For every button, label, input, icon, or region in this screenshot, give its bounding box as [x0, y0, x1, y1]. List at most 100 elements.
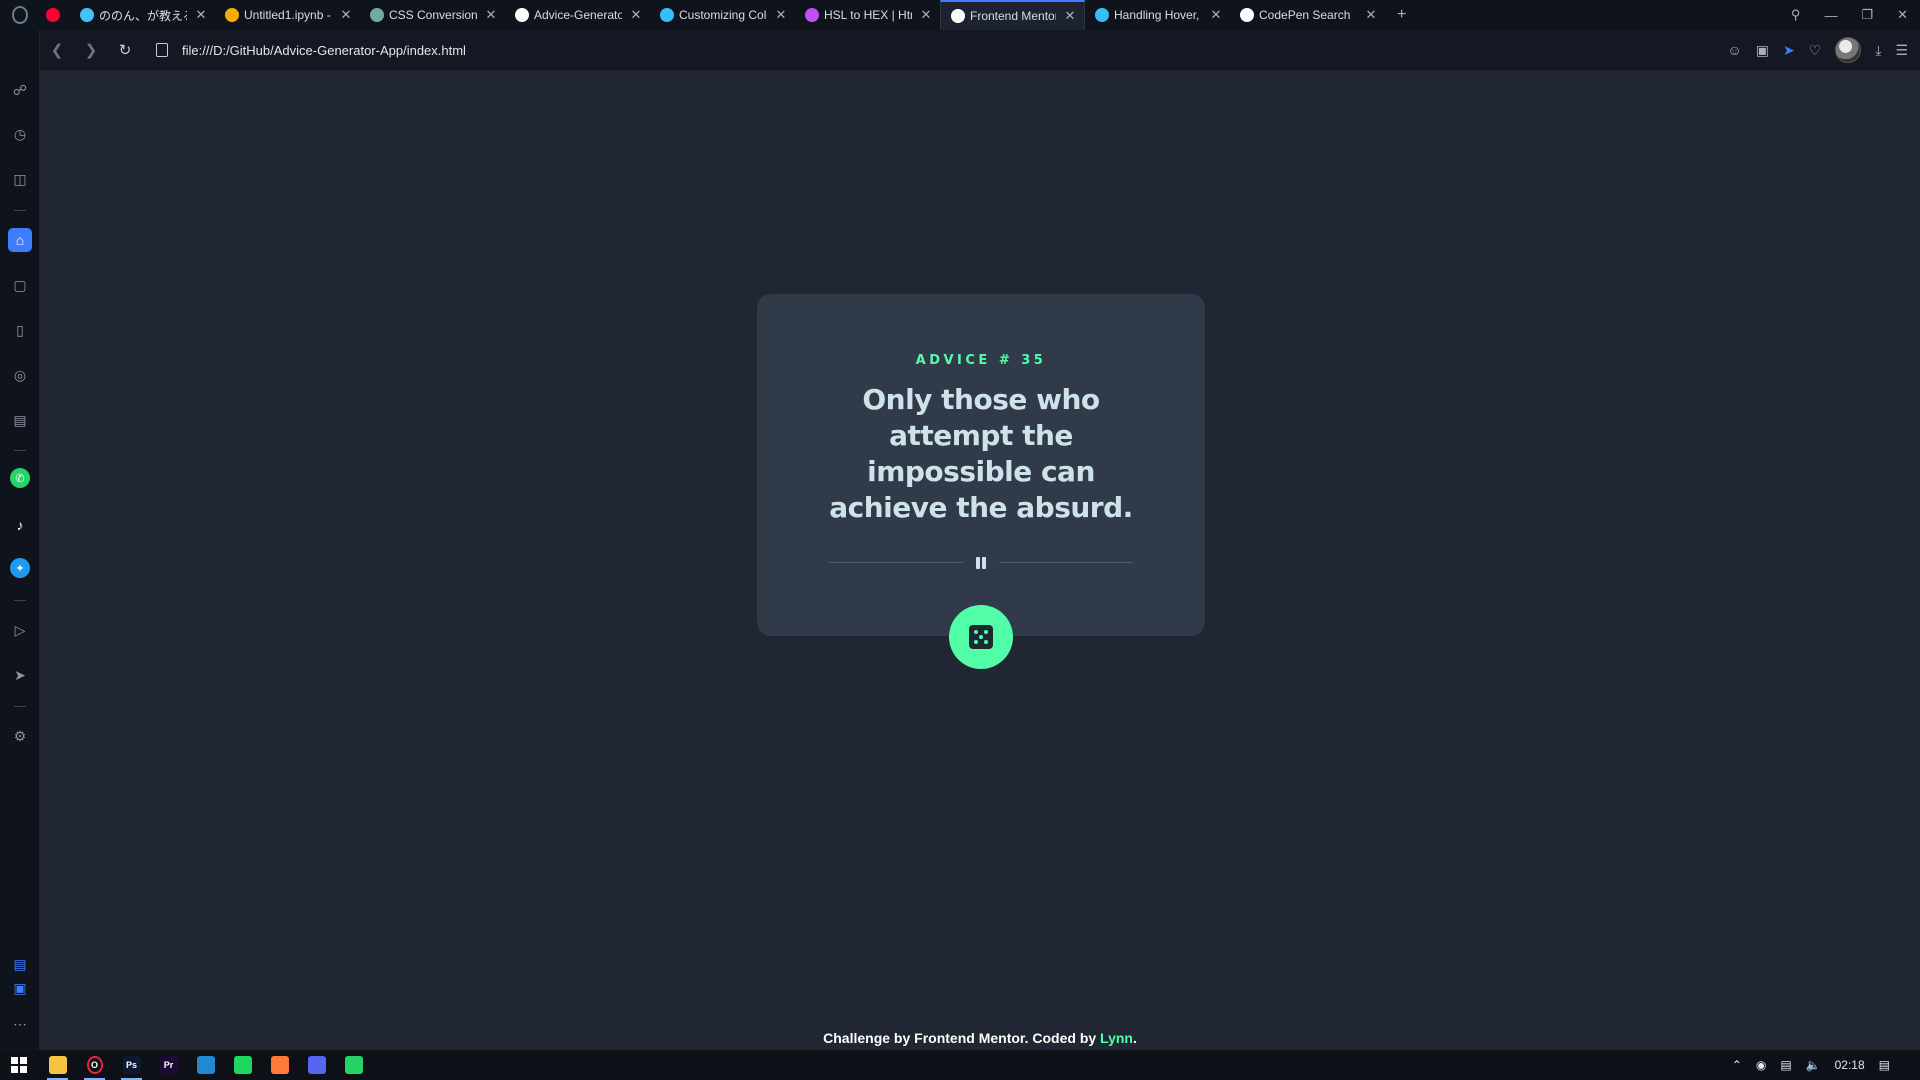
back-icon[interactable]: ❮: [40, 41, 74, 59]
codepen-favicon-icon: [1240, 8, 1254, 22]
profile-avatar[interactable]: [1835, 37, 1862, 63]
restore-icon[interactable]: ❐: [1861, 7, 1873, 23]
browser-tab[interactable]: Untitled1.ipynb - Colab ✕: [215, 0, 360, 30]
home-icon[interactable]: ⌂: [8, 228, 32, 252]
tab-islands-icon[interactable]: ▣: [8, 976, 32, 1000]
system-tray: ⌃ ◉ ▤ 🔈 02:18 ▤: [1732, 1050, 1920, 1080]
volume-icon[interactable]: 🔈: [1806, 1058, 1821, 1072]
close-tab-icon[interactable]: ✕: [1064, 8, 1076, 24]
opera-sidebar: ☍ ◷ ◫ ⌂ ▢ ▯ ◎ ▤ ✆ ♪ ✦ ▷ ➤ ⚙ ▤ ▣ ⋯: [0, 30, 40, 1050]
show-hidden-icons-chevron-icon[interactable]: ⌃: [1732, 1058, 1742, 1072]
gx-control-icon[interactable]: ☍: [8, 78, 32, 102]
tab-title: HSL to HEX | Html Color: [824, 8, 912, 22]
tiktok-icon[interactable]: ♪: [8, 513, 32, 537]
htmlcolor-favicon-icon: [805, 8, 819, 22]
photoshop-icon: Ps: [122, 1056, 141, 1074]
twitter-icon[interactable]: ✦: [10, 558, 30, 578]
close-window-icon[interactable]: ✕: [1897, 7, 1908, 23]
gamepad-icon[interactable]: ▢: [8, 273, 32, 297]
tab-title: ののん、が教えるLive2D講: [99, 8, 187, 23]
workspaces-icon[interactable]: ▤: [8, 952, 32, 976]
browser-tab[interactable]: Customizing Colors - Ta ✕: [650, 0, 795, 30]
notification-center-icon[interactable]: ▤: [1879, 1058, 1890, 1072]
discord-icon: [307, 1056, 326, 1074]
photoshop-taskbar-button[interactable]: Ps: [113, 1050, 150, 1080]
attribution: Challenge by Frontend Mentor. Coded by L…: [40, 1030, 1920, 1046]
discord-tray-icon[interactable]: ◉: [1756, 1058, 1766, 1072]
tab-title: Customizing Colors - Ta: [679, 8, 767, 22]
spotify-icon: [233, 1056, 252, 1074]
twitch-icon[interactable]: ◫: [8, 167, 32, 191]
url-field[interactable]: file:///D:/GitHub/Advice-Generator-App/i…: [182, 43, 466, 58]
emoji-icon[interactable]: ☺: [1727, 42, 1741, 58]
tab-title: Untitled1.ipynb - Colab: [244, 8, 332, 22]
tab-strip: ののん、が教えるLive2D講 ✕ Untitled1.ipynb - Colab ✕…: [40, 0, 1385, 30]
windows-start-icon[interactable]: [0, 1050, 37, 1080]
send-icon[interactable]: ➤: [8, 663, 32, 687]
minimize-icon[interactable]: —: [1824, 8, 1837, 23]
notes-icon[interactable]: ▤: [8, 408, 32, 432]
browser-tab[interactable]: [40, 0, 70, 30]
close-tab-icon[interactable]: ✕: [630, 7, 642, 23]
sublime-icon: [270, 1056, 289, 1074]
vscode-taskbar-button[interactable]: [187, 1050, 224, 1080]
speed-dial-gauge-icon[interactable]: ◷: [8, 122, 32, 146]
close-tab-icon[interactable]: ✕: [1210, 7, 1222, 23]
pinboard-icon[interactable]: ◎: [8, 363, 32, 387]
tab-title: CodePen Search: [1259, 8, 1351, 22]
close-tab-icon[interactable]: ✕: [340, 7, 352, 23]
reload-icon[interactable]: ↻: [108, 41, 142, 59]
divider-line-right: [999, 562, 1133, 563]
sidebar-separator: [14, 600, 26, 601]
download-icon[interactable]: ⤓: [1875, 42, 1881, 59]
opera-logo-icon: [12, 6, 28, 24]
whatsapp-icon[interactable]: ✆: [10, 468, 30, 488]
easy-setup-menu-icon[interactable]: ☰: [1895, 42, 1908, 59]
more-options-icon[interactable]: ⋯: [8, 1012, 32, 1036]
book-icon[interactable]: ▯: [8, 318, 32, 342]
author-link[interactable]: Lynn: [1100, 1030, 1133, 1046]
browser-tab[interactable]: CodePen Search ✕: [1230, 0, 1385, 30]
clock[interactable]: 02:18: [1835, 1058, 1865, 1072]
tailwind-favicon-icon: [1095, 8, 1109, 22]
browser-tab[interactable]: HSL to HEX | Html Color ✕: [795, 0, 940, 30]
player-icon[interactable]: ▷: [8, 618, 32, 642]
browser-tab[interactable]: Frontend Mentor | Advic ✕: [940, 0, 1085, 30]
tab-title: CSS Conversion to Tailw: [389, 8, 477, 22]
browser-tab[interactable]: Advice-Generator-App/ ✕: [505, 0, 650, 30]
browser-tab[interactable]: CSS Conversion to Tailw ✕: [360, 0, 505, 30]
discord-taskbar-button[interactable]: [298, 1050, 335, 1080]
browser-tab[interactable]: Handling Hover, Focus, ✕: [1085, 0, 1230, 30]
tab-title: Frontend Mentor | Advic: [970, 9, 1056, 23]
browser-tab[interactable]: ののん、が教えるLive2D講 ✕: [70, 0, 215, 30]
generate-advice-button[interactable]: [949, 605, 1013, 669]
frontendmentor-favicon-icon: [951, 9, 965, 23]
close-tab-icon[interactable]: ✕: [485, 7, 497, 23]
file-explorer-taskbar-button[interactable]: [39, 1050, 76, 1080]
pattern-divider: [829, 557, 1133, 569]
youtube-favicon-icon: [45, 8, 60, 22]
premiere-taskbar-button[interactable]: Pr: [150, 1050, 187, 1080]
settings-gear-icon[interactable]: ⚙: [8, 724, 32, 748]
attribution-prefix: Challenge by Frontend Mentor. Coded by: [823, 1030, 1101, 1046]
sublime-taskbar-button[interactable]: [261, 1050, 298, 1080]
heart-icon[interactable]: ♡: [1809, 42, 1822, 59]
tailwind-favicon-icon: [660, 8, 674, 22]
address-bar-tools: ☺ ▣ ➤ ♡ ⤓ ☰: [1727, 30, 1908, 70]
flow-send-icon[interactable]: ➤: [1783, 42, 1795, 59]
opera-menu-button[interactable]: [0, 0, 40, 30]
close-tab-icon[interactable]: ✕: [195, 7, 207, 23]
snapshot-camera-icon[interactable]: ▣: [1756, 42, 1769, 59]
close-tab-icon[interactable]: ✕: [920, 7, 932, 23]
close-tab-icon[interactable]: ✕: [1365, 7, 1377, 23]
close-tab-icon[interactable]: ✕: [775, 7, 787, 23]
forward-icon[interactable]: ❯: [74, 41, 108, 59]
whatsapp-taskbar-button[interactable]: [335, 1050, 372, 1080]
opera-gx-taskbar-button[interactable]: O: [76, 1050, 113, 1080]
sidebar-separator: [14, 210, 26, 211]
new-tab-button[interactable]: +: [1385, 6, 1418, 24]
network-icon[interactable]: ▤: [1780, 1058, 1791, 1072]
vscode-icon: [196, 1056, 215, 1074]
tab-search-icon[interactable]: ⚲: [1791, 7, 1801, 23]
spotify-taskbar-button[interactable]: [224, 1050, 261, 1080]
